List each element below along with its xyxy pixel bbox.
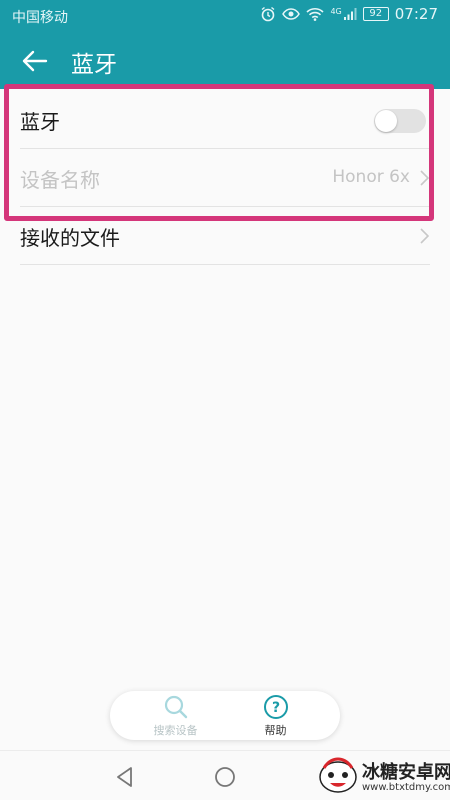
bluetooth-row[interactable]: 蓝牙 [20, 91, 430, 149]
search-devices-button[interactable]: 搜索设备 [118, 694, 233, 738]
watermark-logo-icon [318, 756, 358, 794]
app-bar: 蓝牙 [0, 32, 450, 89]
device-name-row[interactable]: 设备名称 Honor 6x [20, 149, 430, 207]
help-label: 帮助 [264, 724, 287, 737]
carrier-name: 中国移动 [12, 10, 68, 26]
received-files-label: 接收的文件 [20, 226, 120, 250]
status-time: 07:27 [394, 5, 438, 23]
home-circle-icon[interactable] [212, 764, 238, 790]
status-icons: 4G 92 07:27 [260, 5, 438, 23]
bottom-action-bar: 搜索设备 ? 帮助 [110, 691, 340, 740]
help-button[interactable]: ? 帮助 [218, 694, 333, 738]
watermark-title: 冰糖安卓网 [362, 762, 450, 783]
chevron-right-icon [418, 169, 430, 187]
watermark: 冰糖安卓网 www.btxtdmy.com [318, 752, 450, 798]
bluetooth-toggle[interactable] [374, 109, 426, 133]
status-bar: 中国移动 4G 92 07:27 [0, 0, 450, 32]
svg-text:?: ? [271, 700, 279, 716]
arrow-left-icon[interactable] [20, 46, 50, 76]
watermark-url: www.btxtdmy.com [362, 782, 450, 793]
page-title: 蓝牙 [71, 52, 117, 78]
back-triangle-icon[interactable] [112, 764, 138, 790]
search-icon [164, 695, 187, 719]
search-devices-label: 搜索设备 [153, 724, 198, 737]
device-name-label: 设备名称 [20, 168, 100, 192]
help-icon: ? [263, 695, 288, 719]
alarm-icon [260, 6, 276, 22]
received-files-row[interactable]: 接收的文件 [20, 207, 430, 265]
network-type: 4G [330, 7, 342, 16]
bluetooth-label: 蓝牙 [20, 110, 60, 134]
battery-icon: 92 [362, 7, 389, 21]
wifi-icon [306, 7, 325, 21]
toggle-knob [375, 110, 397, 132]
eye-comfort-icon [282, 7, 301, 21]
signal-icon: 4G [330, 7, 357, 21]
device-name-value: Honor 6x [332, 167, 410, 187]
chevron-right-icon [418, 227, 430, 245]
header: 中国移动 4G 92 07:27 蓝牙 [0, 0, 450, 89]
